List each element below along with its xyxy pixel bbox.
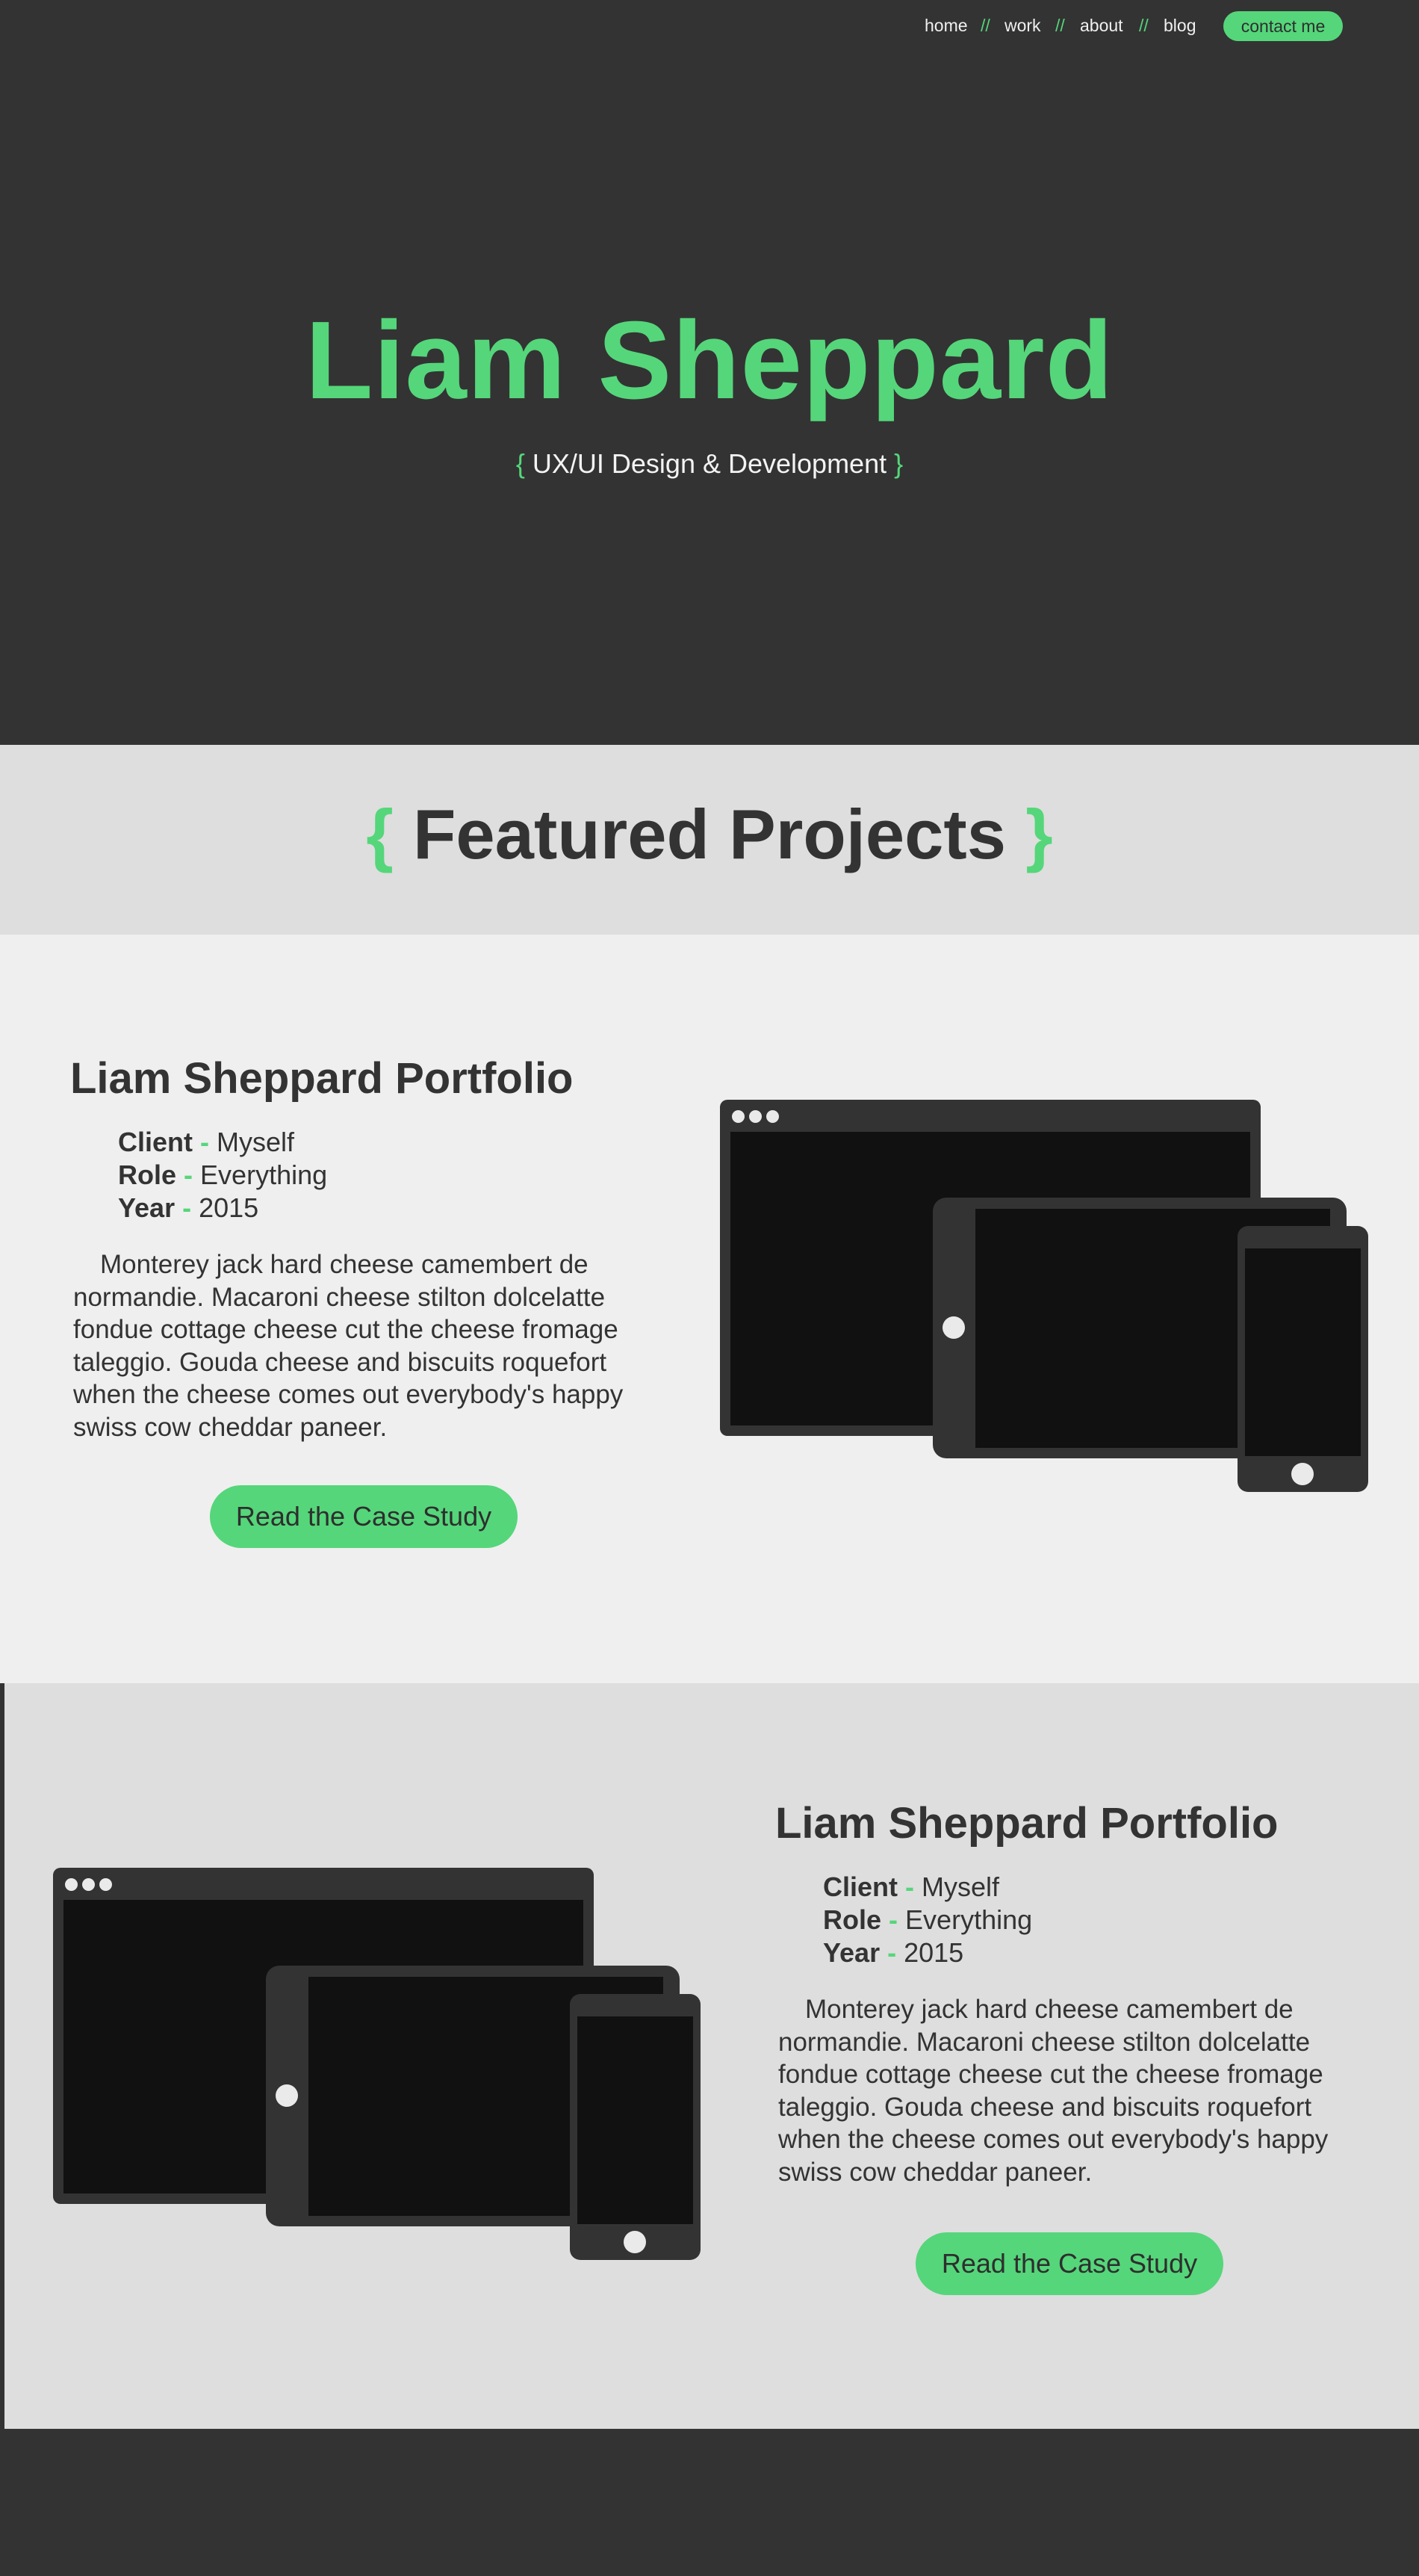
- project-card: Liam Sheppard Portfolio Client - Myself …: [4, 1683, 1419, 2429]
- nav-work-link[interactable]: work: [1005, 16, 1041, 34]
- hero-subtitle-text: UX/UI Design & Development: [532, 448, 887, 479]
- window-dot-icon: [65, 1878, 78, 1891]
- brace-open: {: [366, 795, 394, 873]
- nav-separator: //: [1055, 16, 1065, 35]
- hero-subtitle: { UX/UI Design & Development }: [0, 445, 1419, 483]
- meta-year-label: Year: [823, 1937, 881, 1968]
- meta-year-value: 2015: [199, 1192, 259, 1223]
- project-card: Liam Sheppard Portfolio Client - Myself …: [0, 935, 1419, 1683]
- meta-year: Year - 2015: [118, 1192, 327, 1224]
- meta-client-value: Myself: [217, 1127, 295, 1157]
- meta-role-value: Everything: [905, 1904, 1033, 1935]
- home-button-icon: [624, 2231, 646, 2253]
- project-meta: Client - Myself Role - Everything Year -…: [823, 1871, 1032, 1969]
- phone-mockup: [570, 1994, 701, 2260]
- phone-mockup: [1238, 1226, 1368, 1492]
- hero-section: home // work // about // blog contact me…: [0, 0, 1419, 745]
- home-button-icon: [276, 2084, 298, 2107]
- home-button-icon: [1291, 1463, 1314, 1485]
- window-dot-icon: [766, 1110, 779, 1123]
- top-nav: home // work // about // blog contact me: [0, 0, 1419, 52]
- meta-client-label: Client: [823, 1871, 898, 1902]
- meta-client: Client - Myself: [118, 1126, 327, 1159]
- project-title: Liam Sheppard Portfolio: [775, 1799, 1279, 1848]
- brace-open: {: [515, 448, 525, 479]
- meta-dash: -: [889, 1904, 898, 1935]
- project-description: Monterey jack hard cheese camembert de n…: [778, 1995, 1329, 2187]
- featured-header: { Featured Projects }: [0, 745, 1419, 935]
- nav-blog-link[interactable]: blog: [1164, 16, 1196, 34]
- meta-client-label: Client: [118, 1127, 193, 1157]
- footer: [0, 2429, 1419, 2576]
- meta-dash: -: [887, 1937, 897, 1968]
- nav-about-link[interactable]: about: [1080, 16, 1123, 34]
- nav-separator: //: [1139, 16, 1149, 35]
- meta-dash: -: [184, 1159, 193, 1190]
- meta-dash: -: [182, 1192, 192, 1223]
- nav-separator: //: [981, 16, 990, 35]
- meta-year-label: Year: [118, 1192, 176, 1223]
- read-case-study-button[interactable]: Read the Case Study: [916, 2232, 1223, 2295]
- meta-client: Client - Myself: [823, 1871, 1032, 1904]
- meta-year-value: 2015: [904, 1937, 964, 1968]
- project-meta: Client - Myself Role - Everything Year -…: [118, 1126, 327, 1224]
- meta-dash: -: [200, 1127, 210, 1157]
- meta-client-value: Myself: [922, 1871, 1000, 1902]
- brace-close: }: [1025, 795, 1053, 873]
- window-dot-icon: [732, 1110, 745, 1123]
- meta-role: Role - Everything: [118, 1159, 327, 1192]
- meta-dash: -: [905, 1871, 915, 1902]
- window-dot-icon: [749, 1110, 762, 1123]
- window-dot-icon: [99, 1878, 112, 1891]
- brace-close: }: [894, 448, 904, 479]
- contact-me-button[interactable]: contact me: [1223, 11, 1343, 41]
- featured-title: { Featured Projects }: [0, 790, 1419, 879]
- meta-role-value: Everything: [200, 1159, 328, 1190]
- meta-role: Role - Everything: [823, 1904, 1032, 1936]
- phone-screen: [1245, 1248, 1361, 1456]
- featured-title-text: Featured Projects: [412, 795, 1007, 873]
- meta-role-label: Role: [823, 1904, 882, 1935]
- hero-title: Liam Sheppard: [305, 299, 1114, 422]
- phone-screen: [577, 2016, 693, 2224]
- read-case-study-button[interactable]: Read the Case Study: [210, 1485, 518, 1548]
- window-dot-icon: [82, 1878, 95, 1891]
- meta-role-label: Role: [118, 1159, 177, 1190]
- project-title: Liam Sheppard Portfolio: [70, 1054, 574, 1103]
- meta-year: Year - 2015: [823, 1936, 1032, 1969]
- home-button-icon: [943, 1316, 965, 1339]
- project-description: Monterey jack hard cheese camembert de n…: [73, 1250, 624, 1442]
- nav-home-link[interactable]: home: [925, 16, 968, 34]
